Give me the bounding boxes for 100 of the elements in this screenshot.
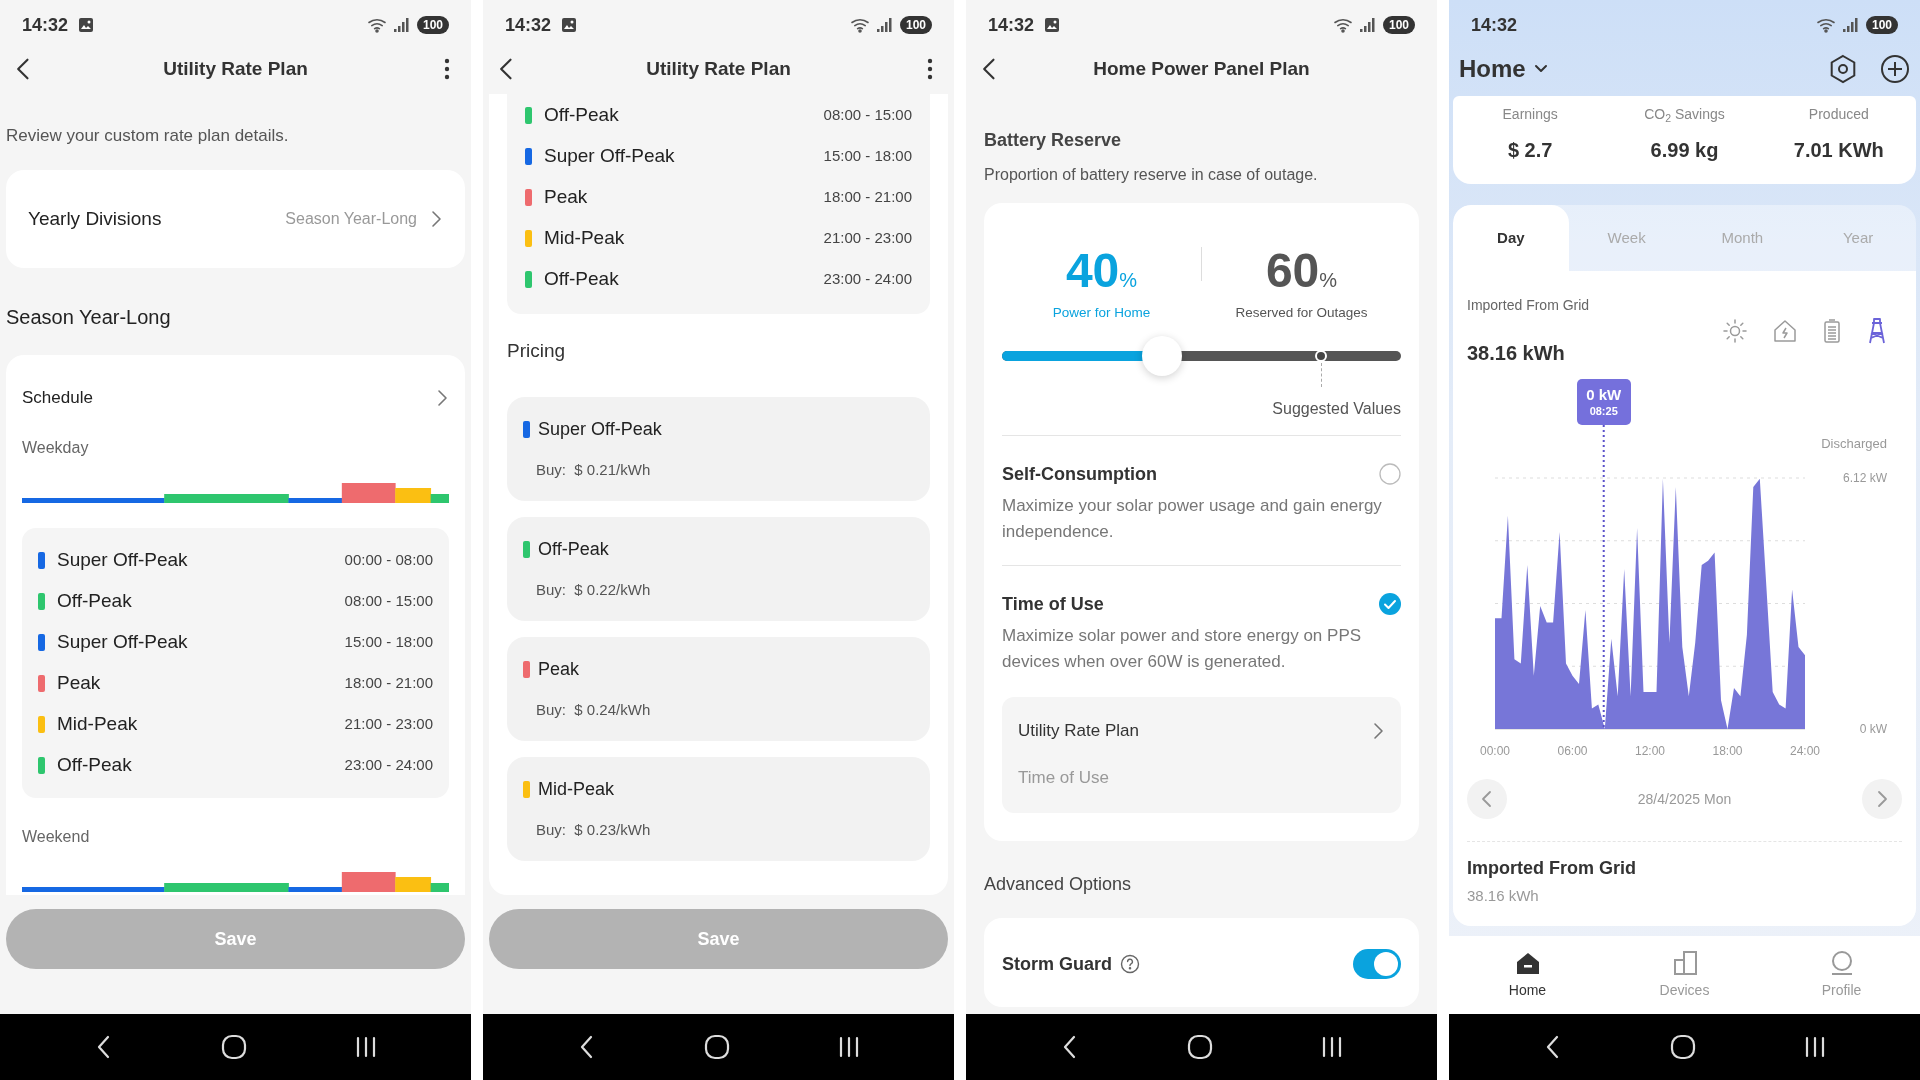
period-time: 21:00 - 23:00 [344, 714, 433, 735]
house-bolt-icon[interactable] [1772, 318, 1798, 344]
signal-icon [1841, 17, 1860, 33]
home-selector[interactable]: Home [1459, 51, 1548, 87]
home-icon[interactable] [1187, 1034, 1214, 1060]
period-time: 08:00 - 15:00 [344, 591, 433, 612]
signal-icon [1358, 17, 1377, 33]
period-name: Super Off-Peak [538, 417, 662, 441]
period-time: 18:00 - 21:00 [344, 673, 433, 694]
period-tab[interactable]: Week [1568, 205, 1685, 271]
mode-title: Self-Consumption [1002, 462, 1157, 486]
x-tick-label: 00:00 [1480, 744, 1510, 758]
add-icon[interactable] [1880, 54, 1910, 84]
radio-checked-icon[interactable] [1379, 593, 1401, 615]
period-tab[interactable]: Day [1453, 205, 1569, 271]
battery-level: 100 [416, 16, 449, 34]
reserve-slider[interactable] [1002, 336, 1401, 388]
image-notification-icon [1044, 17, 1061, 33]
recent-apps-icon[interactable] [1321, 1036, 1344, 1058]
help-icon[interactable] [1120, 954, 1140, 974]
tooltip-time: 08:25 [1589, 404, 1618, 418]
period-time: 23:00 - 24:00 [823, 269, 912, 290]
status-time: 14:32 [1471, 13, 1518, 37]
recent-apps-icon[interactable] [838, 1036, 861, 1058]
period-tab[interactable]: Month [1684, 205, 1801, 271]
more-options-icon[interactable] [926, 57, 934, 81]
row-label: Yearly Divisions [28, 206, 162, 231]
period-time: 23:00 - 24:00 [344, 755, 433, 776]
value-caption: Power for Home [1052, 304, 1151, 322]
setting-label: Storm Guard [1002, 952, 1112, 976]
period-time: 15:00 - 18:00 [344, 632, 433, 653]
stat-label: Earnings [1502, 105, 1558, 124]
section-title: Pricing [507, 339, 567, 363]
percent-sign: % [1119, 268, 1138, 293]
caret-icon [1533, 64, 1548, 74]
bottom-tab[interactable]: Profile [1763, 936, 1920, 1014]
home-icon[interactable] [221, 1034, 248, 1060]
x-tick-label: 06:00 [1557, 744, 1588, 758]
bottom-tab[interactable]: Home [1449, 936, 1606, 1014]
utility-rate-plan-row[interactable]: Utility Rate Plan Time of Use [1002, 697, 1401, 813]
period-time: 15:00 - 18:00 [823, 146, 912, 167]
home-icon[interactable] [704, 1034, 731, 1060]
bottom-tab[interactable]: Devices [1606, 936, 1763, 1014]
row-value: Season Year-Long [285, 209, 417, 229]
price-text: Buy: $ 0.22/kWh [536, 580, 652, 600]
series-label: Discharged [1821, 436, 1887, 451]
recent-apps-icon[interactable] [355, 1036, 378, 1058]
wifi-icon [1815, 17, 1838, 33]
suggested-values-label: Suggested Values [1271, 399, 1401, 419]
price-text: Buy: $ 0.23/kWh [536, 820, 652, 840]
section-description: Proportion of battery reserve in case of outage. [984, 165, 1319, 185]
screen-title: Utility Rate Plan [162, 56, 309, 81]
x-tick-label: 18:00 [1712, 744, 1743, 758]
stat-label: CO$_{2}$ Savings [1644, 105, 1725, 124]
row-label: Utility Rate Plan [1018, 720, 1139, 743]
stat-label: Produced [1808, 105, 1869, 124]
period-name: Super Off-Peak [544, 144, 675, 169]
summary-value: 38.16 kWh [1467, 886, 1540, 906]
toggle-switch[interactable] [1353, 949, 1401, 979]
reserve-percentage: 60 [1265, 243, 1320, 299]
image-notification-icon [78, 17, 95, 33]
stat-value: $ 2.7 [1507, 138, 1553, 163]
stat-value: 6.99 kg [1650, 138, 1719, 163]
transmission-tower-icon[interactable] [1866, 317, 1888, 345]
period-time: 08:00 - 15:00 [823, 105, 912, 126]
x-tick-label: 24:00 [1790, 744, 1820, 758]
status-time: 14:32 [988, 13, 1035, 37]
period-name: Off-Peak [57, 753, 132, 778]
row-value: Time of Use [1018, 767, 1110, 789]
slider-thumb[interactable] [1141, 336, 1182, 376]
settings-icon[interactable] [1828, 54, 1858, 84]
sun-icon[interactable] [1722, 318, 1748, 344]
period-name: Peak [538, 657, 580, 681]
period-name: Off-Peak [544, 103, 619, 128]
period-name: Peak [57, 671, 101, 696]
wifi-icon [366, 17, 389, 33]
wifi-icon [849, 17, 872, 33]
percent-sign: % [1319, 268, 1338, 293]
home-icon[interactable] [1670, 1034, 1697, 1060]
section-title: Season Year-Long [6, 305, 172, 330]
period-tab[interactable]: Year [1800, 205, 1916, 271]
y-tick-label: 0 kW [1859, 722, 1887, 736]
schedule-label: Schedule [22, 387, 93, 410]
value-caption: Reserved for Outages [1235, 304, 1368, 322]
devices-icon [1671, 949, 1698, 976]
chevron-right-icon [1371, 721, 1385, 741]
more-options-icon[interactable] [443, 57, 451, 81]
signal-icon [875, 17, 894, 33]
recent-apps-icon[interactable] [1804, 1036, 1827, 1058]
yearly-divisions-row[interactable]: Yearly Divisions Season Year-Long [6, 170, 465, 268]
tooltip-value: 0 kW [1586, 386, 1622, 404]
status-time: 14:32 [505, 13, 552, 37]
metric-label: Imported From Grid [1467, 296, 1590, 315]
radio-button[interactable] [1379, 463, 1401, 485]
chevron-right-icon[interactable] [435, 388, 449, 408]
wifi-icon [1332, 17, 1355, 33]
status-time: 14:32 [22, 13, 69, 37]
date-label: 28/4/2025 Mon [1636, 789, 1733, 809]
period-name: Off-Peak [57, 589, 132, 614]
home-percentage: 40 [1065, 243, 1120, 299]
